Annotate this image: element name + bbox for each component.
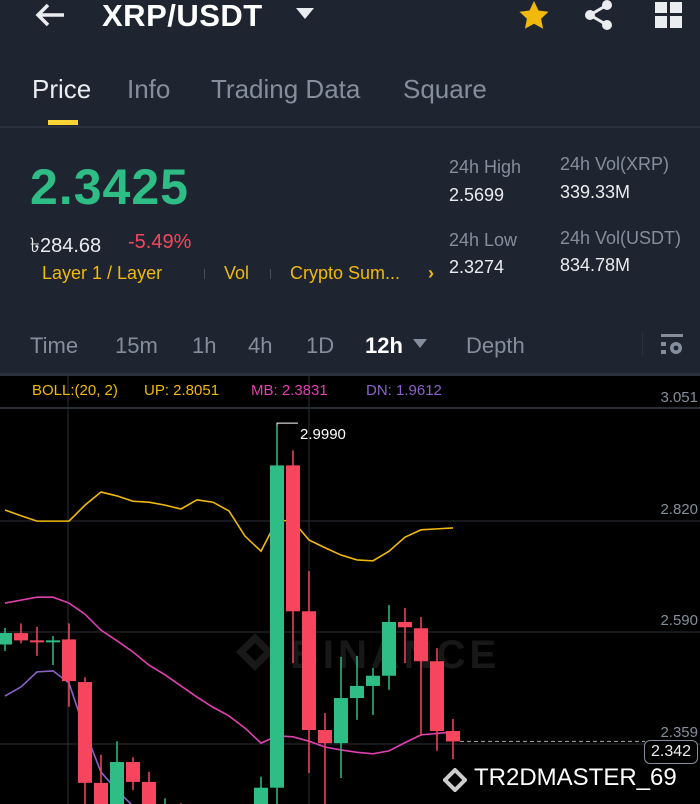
back-arrow-icon[interactable] — [34, 2, 66, 28]
active-tab-indicator — [48, 120, 78, 125]
candle — [142, 771, 156, 804]
tag-separator — [204, 269, 205, 279]
candle-body — [94, 782, 108, 804]
candle-body — [334, 698, 348, 744]
boll-up: UP: 2.8051 — [144, 382, 220, 399]
low-label: 24h Low — [449, 230, 518, 250]
boll-upper-line — [4, 491, 454, 562]
boll-mb: MB: 2.3831 — [251, 382, 328, 399]
candle — [382, 604, 396, 690]
candle-body — [366, 675, 380, 686]
tag-separator — [270, 269, 271, 279]
high-marker-line — [276, 422, 298, 431]
candle-body — [414, 628, 428, 662]
timeframe-15m[interactable]: 15m — [115, 333, 158, 359]
candle — [30, 626, 44, 656]
candle-body — [110, 762, 124, 804]
tab-info[interactable]: Info — [127, 74, 170, 105]
candle-body — [30, 640, 44, 643]
candle — [430, 648, 444, 751]
current-price-tag[interactable]: 2.342 — [644, 740, 699, 764]
divider — [642, 332, 643, 356]
divider — [0, 126, 700, 128]
candle — [94, 754, 108, 804]
tag-crypto-sum[interactable]: Crypto Sum... — [290, 263, 400, 284]
candle — [46, 636, 60, 666]
local-price: ৳284.68 — [30, 235, 102, 257]
timeframe-1d[interactable]: 1D — [306, 333, 334, 359]
candle-body — [382, 621, 396, 676]
timeframe-time[interactable]: Time — [30, 333, 78, 359]
candle-body — [398, 621, 412, 628]
candle-body — [286, 465, 300, 612]
candle — [62, 623, 76, 707]
caret-down-icon[interactable] — [296, 8, 314, 20]
price-change: -5.49% — [128, 231, 192, 253]
timeframe-selected[interactable]: 12h — [365, 333, 403, 359]
depth-tab[interactable]: Depth — [466, 333, 525, 359]
candle-body — [430, 661, 444, 732]
pair-title[interactable]: XRP/USDT — [102, 0, 263, 34]
grid-menu-icon[interactable] — [655, 2, 683, 28]
candle — [78, 677, 92, 804]
candle — [318, 713, 332, 804]
low-value: 2.3274 — [449, 257, 505, 277]
candle-body — [302, 611, 316, 731]
tab-trading-data[interactable]: Trading Data — [211, 74, 360, 105]
candle-body — [0, 632, 12, 645]
last-price: 2.3425 — [30, 159, 189, 215]
candle — [446, 718, 460, 760]
candle — [110, 741, 124, 804]
candle-body — [446, 731, 460, 742]
candle — [270, 426, 284, 804]
candle-body — [78, 682, 92, 783]
candle — [164, 798, 166, 804]
boll-dn: DN: 1.9612 — [366, 382, 442, 399]
candle-body — [270, 465, 284, 788]
candle-body — [46, 640, 60, 643]
candle-body — [350, 685, 364, 699]
price-axis-label: 2.820 — [660, 501, 698, 518]
candle-body — [142, 781, 156, 804]
candle — [254, 776, 268, 804]
chevron-right-icon[interactable]: › — [428, 263, 434, 284]
price-axis-label: 2.359 — [660, 724, 698, 741]
high-marker-label: 2.9990 — [300, 426, 346, 443]
high-label: 24h High — [449, 157, 522, 177]
candle — [286, 450, 300, 664]
tag-layer[interactable]: Layer 1 / Layer — [42, 263, 162, 284]
tab-square[interactable]: Square — [403, 74, 487, 105]
boll-params: BOLL:(20, 2) — [32, 382, 118, 399]
candle — [126, 757, 140, 791]
tab-price[interactable]: Price — [32, 74, 91, 105]
vol-quote-value: 834.78M — [560, 255, 631, 275]
high-value: 2.5699 — [449, 185, 505, 205]
binance-logo-icon — [443, 768, 467, 792]
candle-body — [126, 762, 140, 782]
price-axis-label: 2.590 — [660, 612, 698, 629]
tag-vol[interactable]: Vol — [224, 263, 249, 284]
timeframe-4h[interactable]: 4h — [248, 333, 272, 359]
star-icon[interactable] — [518, 0, 550, 30]
chart-canvas: BINANCE — [0, 376, 700, 804]
username-watermark: TR2DMASTER_69 — [474, 764, 677, 791]
timeframe-1h[interactable]: 1h — [192, 333, 216, 359]
candle-body — [14, 633, 28, 641]
vol-base-value: 339.33M — [560, 182, 631, 202]
price-axis-label: 3.051 — [660, 389, 698, 406]
candle — [14, 623, 28, 644]
chart-settings-icon[interactable] — [659, 333, 685, 357]
candle-body — [62, 639, 76, 682]
vol-quote-label: 24h Vol(USDT) — [560, 228, 682, 248]
candle-body — [254, 787, 268, 804]
share-icon[interactable] — [583, 0, 615, 30]
candle-body — [318, 730, 332, 744]
caret-down-icon[interactable] — [413, 339, 427, 348]
candle — [0, 628, 12, 652]
candlestick-chart[interactable]: BINANCE BOLL:(20, 2) UP: 2.8051 MB: 2.38… — [0, 376, 700, 804]
vol-base-label: 24h Vol(XRP) — [560, 154, 670, 174]
